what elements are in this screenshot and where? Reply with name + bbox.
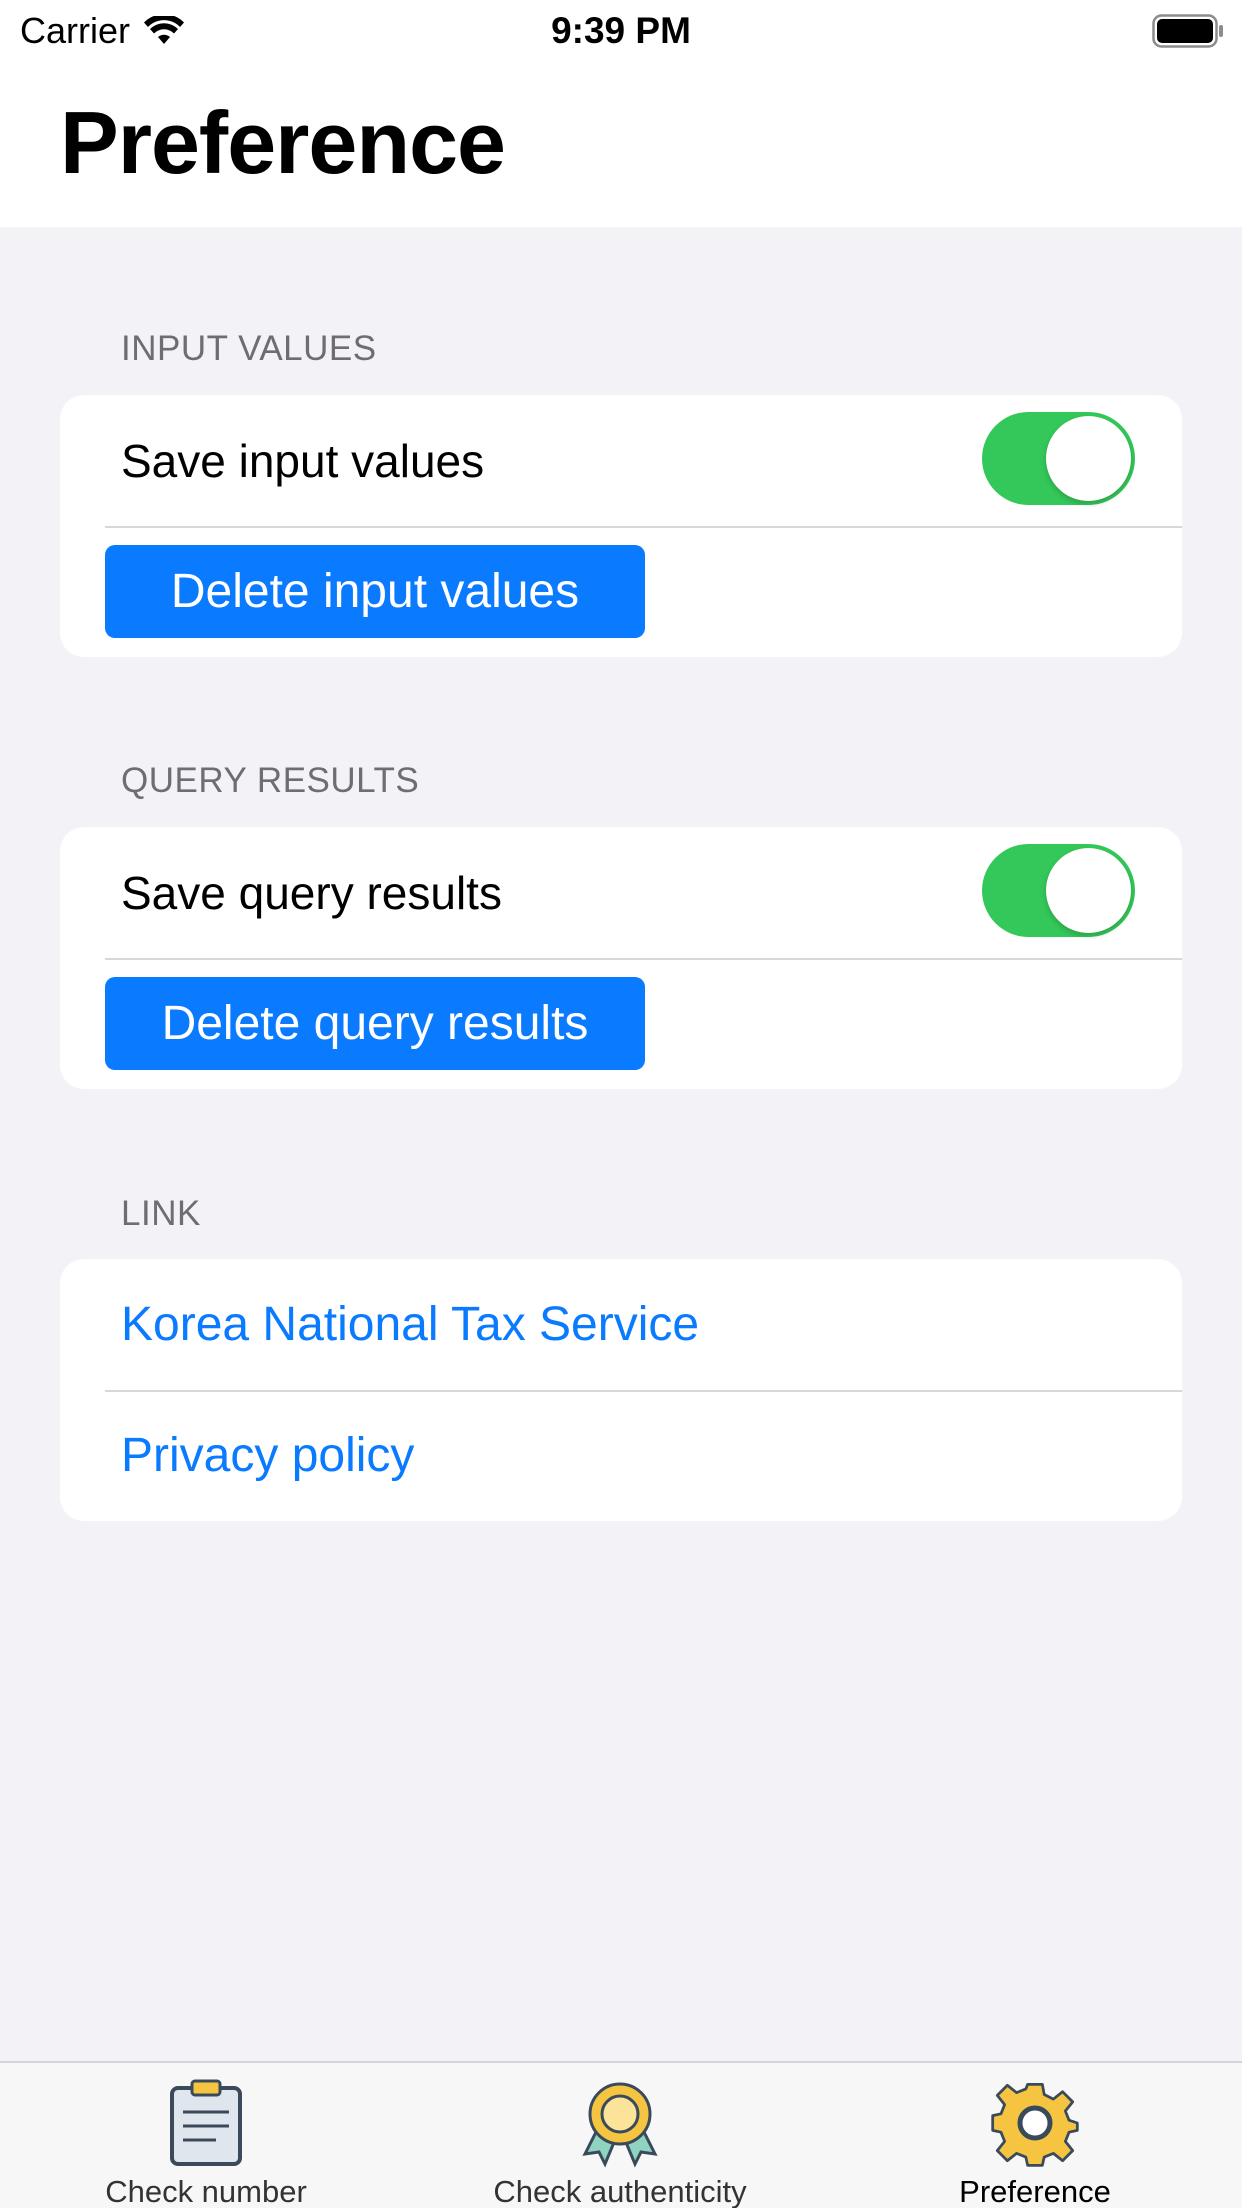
toggle-knob [1046, 416, 1131, 501]
status-time: 9:39 PM [551, 10, 691, 51]
save-query-results-label: Save query results [121, 866, 502, 919]
tab-preference[interactable]: Preference [885, 2063, 1185, 2208]
save-input-values-label: Save input values [121, 434, 485, 487]
page-title: Preference [60, 93, 506, 192]
battery-icon [1152, 14, 1224, 53]
delete-input-values-button[interactable]: Delete input values [105, 545, 645, 638]
link-row-nts[interactable]: Korea National Tax Service [60, 1259, 1182, 1390]
section-header-query-results: QUERY RESULTS [121, 761, 420, 800]
preference-screen: Carrier 9:39 PM Preference INPUT VALUES … [0, 0, 1242, 2208]
delete-query-results-button[interactable]: Delete query results [105, 977, 645, 1070]
save-input-values-toggle[interactable] [982, 412, 1135, 505]
delete-query-results-row: Delete query results [60, 958, 1182, 1089]
link-row-privacy[interactable]: Privacy policy [60, 1390, 1182, 1521]
navigation-header: Carrier 9:39 PM Preference [0, 0, 1242, 227]
tab-label-preference: Preference [959, 2174, 1111, 2208]
query-results-card: Save query results Delete query results [60, 827, 1182, 1089]
privacy-policy-link[interactable]: Privacy policy [121, 1428, 414, 1483]
section-header-input-values: INPUT VALUES [121, 329, 377, 368]
section-header-link: LINK [121, 1194, 201, 1233]
input-values-card: Save input values Delete input values [60, 395, 1182, 657]
tab-check-authenticity[interactable]: Check authenticity [470, 2063, 770, 2208]
korea-national-tax-service-link[interactable]: Korea National Tax Service [121, 1297, 699, 1352]
tab-bar: Check number Check authenticity Preferen… [0, 2061, 1242, 2208]
save-input-values-row: Save input values [60, 395, 1182, 526]
link-card: Korea National Tax Service Privacy polic… [60, 1259, 1182, 1521]
toggle-knob [1046, 848, 1131, 933]
award-badge-icon [570, 2075, 670, 2170]
delete-input-values-row: Delete input values [60, 526, 1182, 657]
save-query-results-toggle[interactable] [982, 844, 1135, 937]
tab-label-check-authenticity: Check authenticity [493, 2174, 747, 2208]
save-query-results-row: Save query results [60, 827, 1182, 958]
gear-icon [985, 2075, 1085, 2170]
tab-check-number[interactable]: Check number [56, 2063, 356, 2208]
clipboard-icon [156, 2075, 256, 2170]
tab-label-check-number: Check number [105, 2174, 307, 2208]
